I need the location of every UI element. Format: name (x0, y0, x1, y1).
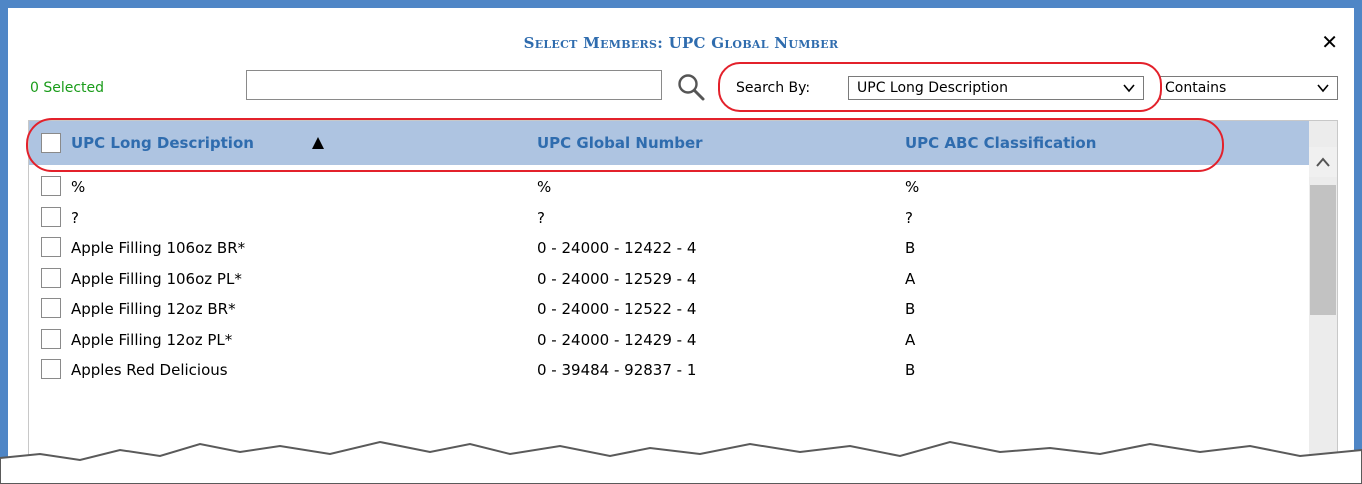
cell-global-number: ? (537, 208, 545, 227)
chevron-down-icon (1123, 84, 1135, 93)
cell-abc-classification: ? (905, 208, 913, 227)
scroll-thumb[interactable] (1310, 185, 1336, 315)
select-all-checkbox[interactable] (41, 133, 61, 153)
cell-abc-classification: A (905, 330, 916, 349)
table-row[interactable]: Apples Red Delicious 0 - 39484 - 92837 - … (29, 356, 1310, 386)
cell-abc-classification: A (905, 269, 916, 288)
cell-abc-classification: % (905, 178, 920, 196)
row-checkbox[interactable] (41, 176, 61, 196)
cell-description: ? (71, 208, 79, 227)
row-checkbox[interactable] (41, 328, 61, 349)
table-row[interactable]: Apple Filling 106oz PL* 0 - 24000 - 12529… (29, 265, 1310, 295)
row-checkbox[interactable] (41, 237, 61, 257)
chevron-up-icon (1316, 157, 1330, 167)
table-row[interactable]: Apple Filling 12oz BR* 0 - 24000 - 12522 … (29, 295, 1310, 325)
chevron-down-icon (1317, 84, 1329, 93)
sort-ascending-icon[interactable] (311, 135, 325, 149)
table-row[interactable]: Apple Filling 12oz PL* 0 - 24000 - 12429 … (29, 326, 1310, 356)
table-row[interactable]: %%% (29, 173, 1310, 203)
cell-global-number: % (537, 178, 552, 196)
window-frame-right (1354, 0, 1362, 470)
cell-abc-classification: B (905, 361, 916, 379)
table-row[interactable]: Apple Filling 106oz BR* 0 - 24000 - 12422… (29, 234, 1310, 264)
cell-abc-classification: B (905, 300, 916, 318)
column-header-description[interactable]: UPC Long Description (71, 134, 254, 152)
cell-description: Apple Filling 12oz PL* (71, 330, 233, 349)
vertical-scrollbar[interactable] (1309, 121, 1337, 465)
search-icon[interactable] (676, 72, 706, 102)
members-grid: UPC Long Description UPC Global Number U… (28, 120, 1338, 466)
row-checkbox[interactable] (41, 206, 61, 227)
search-by-label: Search By: (736, 80, 811, 96)
row-checkbox[interactable] (41, 298, 61, 318)
cell-global-number: 0 - 24000 - 12429 - 4 (537, 330, 697, 349)
column-header-abc-classification[interactable]: UPC ABC Classification (905, 134, 1096, 152)
cell-description: Apples Red Delicious (71, 361, 228, 379)
match-type-value: Contains (1165, 80, 1227, 96)
selected-count: 0 Selected (30, 80, 105, 96)
cell-description: Apple Filling 12oz BR* (71, 300, 236, 318)
window-frame-top (0, 0, 1362, 8)
cell-global-number: 0 - 39484 - 92837 - 1 (537, 361, 697, 379)
scroll-up-button[interactable] (1309, 147, 1337, 177)
cell-global-number: 0 - 24000 - 12529 - 4 (537, 269, 697, 288)
cell-description: Apple Filling 106oz BR* (71, 239, 246, 257)
cell-global-number: 0 - 24000 - 12522 - 4 (537, 300, 697, 318)
cell-abc-classification: B (905, 239, 916, 257)
grid-header: UPC Long Description UPC Global Number U… (29, 121, 1310, 165)
search-by-select[interactable]: UPC Long Description (848, 76, 1144, 100)
cell-global-number: 0 - 24000 - 12422 - 4 (537, 239, 697, 257)
search-by-value: UPC Long Description (857, 80, 1008, 96)
window-frame-left (0, 0, 8, 470)
match-type-select[interactable]: Contains (1160, 76, 1338, 100)
row-checkbox[interactable] (41, 359, 61, 379)
table-row[interactable]: ??? (29, 204, 1310, 234)
row-checkbox[interactable] (41, 267, 61, 288)
dialog-title: Select Members: UPC Global Number (523, 34, 839, 52)
close-icon[interactable]: ✕ (1321, 30, 1338, 54)
cell-description: Apple Filling 106oz PL* (71, 269, 242, 288)
column-header-global-number[interactable]: UPC Global Number (537, 134, 703, 152)
search-input[interactable] (246, 70, 662, 100)
cell-description: % (71, 178, 86, 196)
torn-edge-effect (0, 440, 1362, 484)
